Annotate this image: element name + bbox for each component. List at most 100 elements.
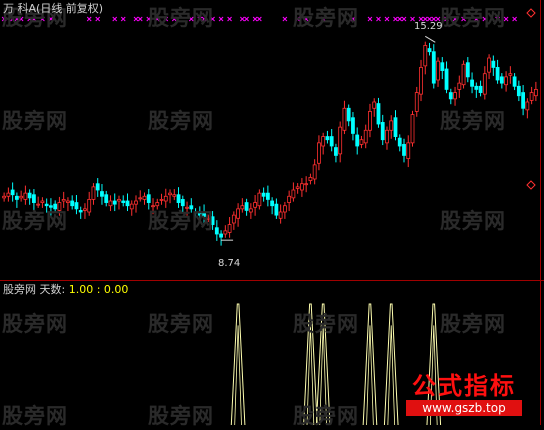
candle-body	[270, 200, 275, 207]
signal-marker	[137, 16, 143, 22]
candle-body	[19, 195, 24, 199]
watermark: 股旁网	[2, 404, 68, 428]
candle-body	[393, 117, 398, 137]
candle-body	[533, 89, 538, 97]
high-pointer	[425, 35, 436, 43]
candle-body	[214, 227, 219, 235]
candle-body	[78, 210, 83, 213]
watermark: 股旁网	[293, 6, 359, 30]
watermark: 股旁网	[148, 404, 214, 428]
candle-body	[325, 136, 330, 141]
candle-body	[108, 200, 113, 207]
candle-body	[74, 202, 79, 210]
diamond-icon	[526, 8, 536, 18]
candle-body	[406, 142, 411, 159]
signal-marker	[112, 16, 118, 22]
candle-body	[219, 233, 223, 238]
candle-body	[129, 203, 134, 210]
signal-marker	[282, 16, 288, 22]
signal-marker	[393, 16, 398, 22]
signal-marker	[512, 16, 517, 22]
candle-body	[66, 200, 70, 203]
signal-marker	[376, 16, 381, 22]
candle-body	[295, 186, 300, 189]
signal-marker	[244, 16, 249, 22]
candle-body	[495, 67, 500, 81]
candle-body	[346, 107, 351, 122]
candle-body	[172, 194, 177, 197]
candle-body	[491, 60, 496, 68]
candle-body	[10, 189, 15, 196]
candle-body	[87, 199, 92, 213]
candle-body	[521, 92, 526, 109]
candle-body	[6, 192, 11, 197]
indicator-name: 股旁网 天数:	[3, 283, 66, 296]
candle-body	[231, 214, 236, 224]
candle-body	[478, 85, 483, 93]
candle-body	[487, 57, 491, 73]
brand-badge: 公式指标 www.gszb.top	[390, 362, 538, 422]
candle-body	[474, 85, 479, 90]
watermark: 股旁网	[293, 404, 359, 428]
candle-body	[248, 208, 253, 213]
candle-body	[397, 137, 402, 147]
candle-body	[334, 147, 338, 156]
signal-marker	[86, 16, 92, 22]
signal-marker	[95, 16, 101, 22]
candle-body	[142, 195, 147, 200]
candle-body	[321, 136, 326, 147]
candle-body	[287, 195, 292, 203]
candle-body	[117, 199, 121, 202]
candle-body	[482, 73, 487, 95]
candle-body	[27, 192, 32, 199]
candle-body	[338, 126, 343, 155]
candle-body	[504, 76, 508, 86]
candle-body	[14, 195, 19, 200]
candle-body	[236, 208, 240, 219]
candle-body	[414, 92, 419, 112]
watermark: 股旁网	[148, 109, 214, 133]
candle-body	[146, 194, 151, 203]
candle-body	[70, 200, 75, 207]
candle-body	[261, 192, 266, 197]
candle-body	[159, 199, 164, 201]
indicator-spike	[362, 303, 378, 425]
candle-body	[244, 202, 249, 211]
candle-body	[342, 107, 347, 131]
candle-body	[423, 45, 428, 67]
candle-body	[274, 203, 279, 216]
candle-body	[402, 144, 406, 156]
candle-body	[253, 202, 258, 208]
candle-body	[389, 120, 394, 131]
candle-body	[440, 62, 445, 71]
candle-body	[427, 48, 432, 53]
brand-name: 公式指标	[412, 372, 516, 400]
candle-body	[436, 60, 440, 81]
candle-body	[104, 194, 109, 203]
candle-body	[176, 194, 181, 203]
candle-body	[410, 114, 415, 144]
candle-body	[312, 164, 317, 180]
signal-marker	[120, 16, 126, 22]
candle-body	[368, 111, 372, 131]
indicator-spike	[230, 303, 246, 425]
candle-body	[461, 63, 466, 86]
watermark: 股旁网	[148, 6, 214, 30]
watermark: 股旁网	[148, 209, 214, 233]
candle-body	[448, 92, 453, 100]
candle-body	[257, 192, 262, 207]
candle-body	[223, 230, 228, 235]
candle-body	[363, 129, 368, 144]
candle-body	[134, 200, 138, 205]
candle-body	[23, 192, 28, 200]
high-price-label: 15.29	[414, 21, 443, 32]
candle-body	[431, 51, 436, 84]
candle-body	[227, 224, 232, 233]
candle-body	[40, 200, 45, 203]
watermark: 股旁网	[2, 312, 68, 336]
candle-body	[304, 183, 309, 186]
watermark: 股旁网	[2, 109, 68, 133]
candle-body	[240, 205, 245, 210]
candle-body	[95, 183, 100, 191]
signal-marker	[401, 16, 407, 22]
